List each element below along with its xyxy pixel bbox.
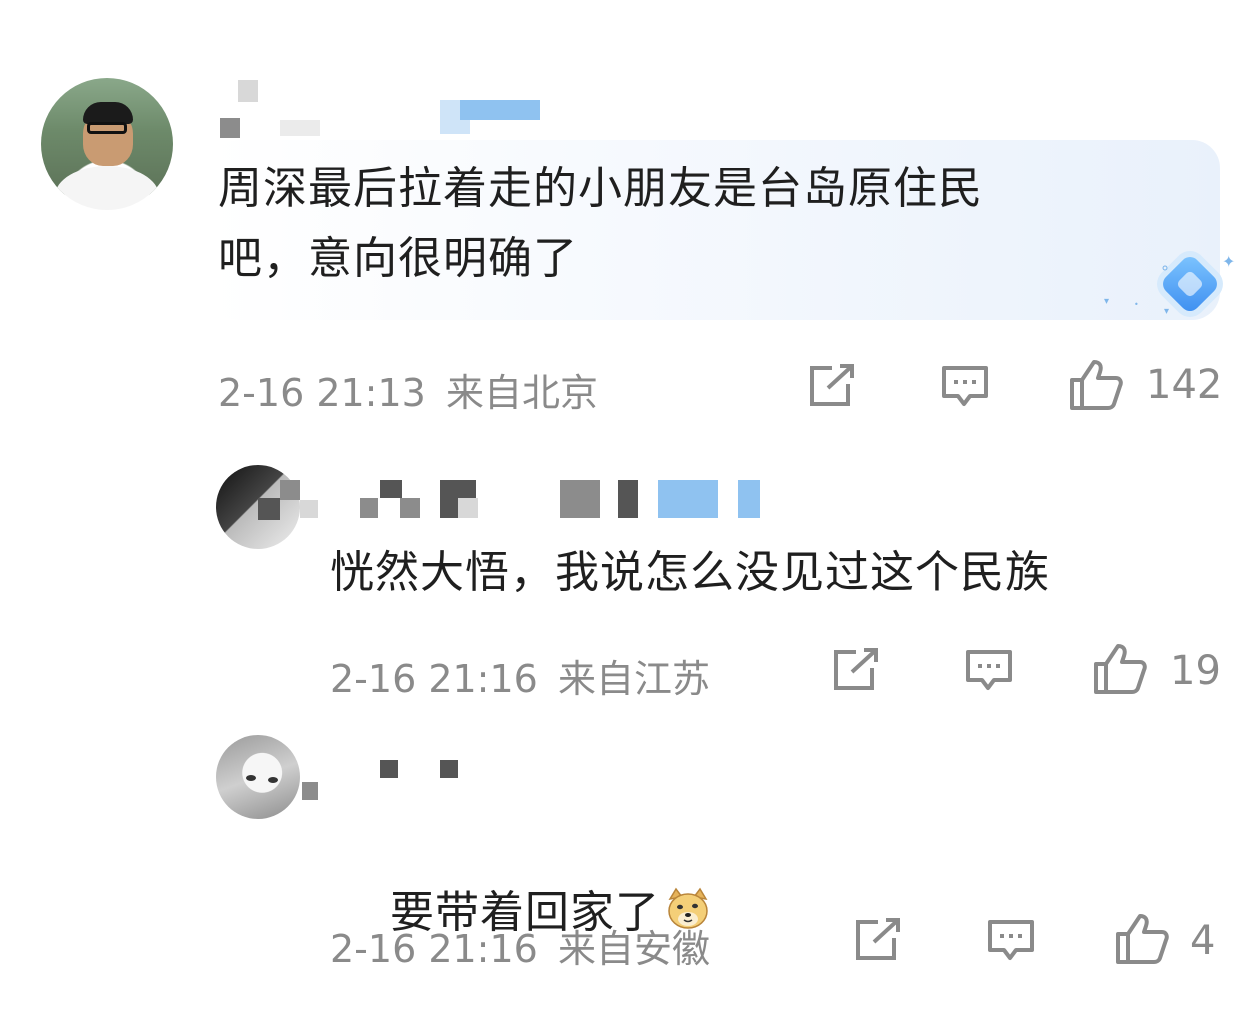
comment-time: 2-16 21:16 <box>330 657 538 701</box>
comment-location: 来自江苏 <box>557 657 710 701</box>
comment-icon[interactable] <box>964 646 1014 694</box>
thumbs-up-icon[interactable] <box>1092 642 1148 696</box>
like-count: 19 <box>1170 648 1221 694</box>
comment-location: 来自北京 <box>445 371 598 415</box>
share-icon[interactable] <box>830 646 882 694</box>
comment-icon[interactable] <box>986 916 1036 964</box>
comment-meta: 2-16 21:16 来自江苏 <box>330 648 710 703</box>
sparkle-icon: ✦ <box>1222 252 1236 271</box>
thumbs-up-icon[interactable] <box>1068 358 1124 412</box>
avatar[interactable] <box>41 78 173 210</box>
like-count: 4 <box>1190 918 1216 964</box>
comment-location: 来自安徽 <box>557 927 710 971</box>
sparkle-icon: • <box>1134 300 1139 309</box>
share-icon[interactable] <box>806 362 858 410</box>
sparkle-icon: ∘ <box>1160 258 1171 277</box>
thumbs-up-icon[interactable] <box>1114 912 1170 966</box>
comment-time: 2-16 21:16 <box>330 927 538 971</box>
comment-text: 周深最后拉着走的小朋友是台岛原住民 吧，意向很明确了 <box>218 163 983 284</box>
avatar[interactable] <box>216 735 300 819</box>
sparkle-icon: ▾ <box>1164 306 1170 317</box>
comment-text: 恍然大悟，我说怎么没见过这个民族 <box>330 547 1050 598</box>
like-count: 142 <box>1146 362 1223 408</box>
comment-meta: 2-16 21:16 来自安徽 <box>330 918 710 973</box>
comment-meta: 2-16 21:13 来自北京 <box>218 362 598 417</box>
share-icon[interactable] <box>852 916 904 964</box>
comment-time: 2-16 21:13 <box>218 371 426 415</box>
comment-icon[interactable] <box>940 362 990 410</box>
comment-text: 要带着回家了 <box>330 808 1030 1018</box>
sparkle-icon: ▾ <box>1104 296 1110 307</box>
